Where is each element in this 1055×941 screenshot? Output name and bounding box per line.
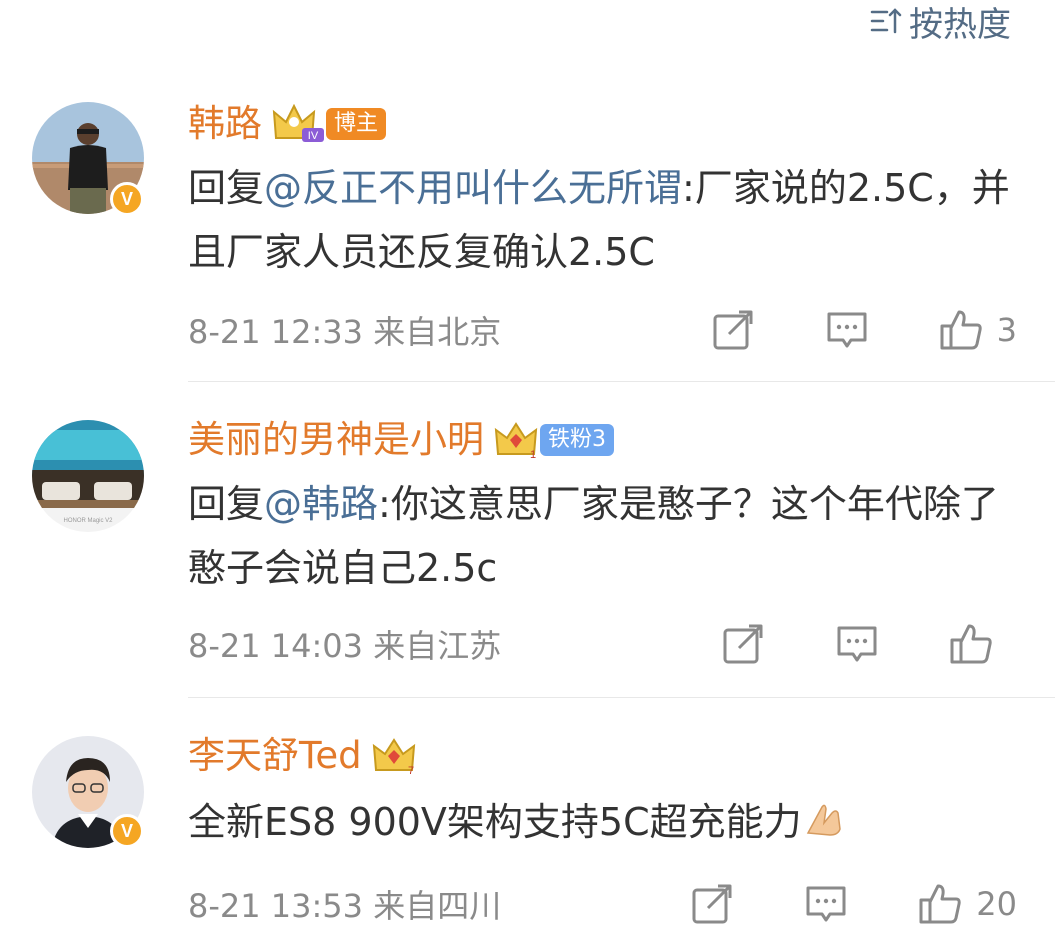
share-button[interactable]: [690, 882, 734, 926]
share-icon: [713, 310, 753, 350]
comment-button[interactable]: [835, 622, 879, 666]
thumbs-up-icon: [940, 310, 982, 350]
share-button[interactable]: [721, 622, 765, 666]
sort-label: 按热度: [909, 4, 1011, 45]
mention-link[interactable]: @反正不用叫什么无所谓: [264, 166, 682, 210]
thumbs-up-icon: [919, 884, 961, 924]
svg-text:1: 1: [530, 449, 536, 460]
blogger-tag: 博主: [326, 108, 387, 140]
username[interactable]: 美丽的男神是小明: [188, 418, 484, 462]
share-icon: [723, 624, 763, 664]
svg-text:IV: IV: [308, 130, 319, 142]
share-icon: [692, 884, 732, 924]
divider: [188, 381, 1055, 382]
username[interactable]: 李天舒Ted: [188, 734, 362, 778]
like-button[interactable]: [949, 622, 1017, 666]
divider: [188, 697, 1055, 698]
fan-level-tag: 铁粉3: [540, 424, 614, 456]
mention-link[interactable]: @韩路: [264, 482, 378, 526]
comment-meta: 8-21 14:03 来自江苏: [188, 627, 502, 665]
fan-badge[interactable]: IV 博主: [272, 104, 387, 144]
comment-icon: [806, 886, 846, 922]
crown-icon: IV: [272, 104, 324, 142]
like-button[interactable]: 20: [918, 882, 1017, 926]
like-button[interactable]: 3: [939, 308, 1017, 352]
avatar[interactable]: HONOR Magic V2: [32, 420, 144, 532]
comment-meta: 8-21 12:33 来自北京: [188, 313, 502, 351]
sort-icon: [870, 8, 902, 34]
verified-badge: V: [110, 814, 144, 848]
svg-text:7: 7: [408, 765, 414, 776]
comment-button[interactable]: [825, 308, 869, 352]
comment-button[interactable]: [804, 882, 848, 926]
like-count: 20: [976, 885, 1017, 923]
comment-text: 回复@反正不用叫什么无所谓:厂家说的2.5C，并且厂家人员还反复确认2.5C: [188, 166, 1010, 274]
sort-button[interactable]: 按热度: [869, 0, 1011, 45]
thumbs-up-icon: [950, 624, 992, 664]
comment-text: 全新ES8 900V架构支持5C超充能力: [188, 790, 1015, 854]
comment-icon: [827, 312, 867, 348]
comment-icon: [837, 626, 877, 662]
comment-text: 回复@韩路:你这意思厂家是憨子？这个年代除了憨子会说自己2.5c: [188, 482, 999, 590]
share-button[interactable]: [711, 308, 755, 352]
praying-hands-icon: [806, 804, 841, 836]
svg-text:HONOR Magic V2: HONOR Magic V2: [63, 518, 113, 524]
fan-badge[interactable]: 7: [372, 736, 418, 776]
crown-icon: 1: [494, 422, 538, 460]
verified-badge: V: [110, 182, 144, 216]
comment-meta: 8-21 13:53 来自四川: [188, 887, 502, 925]
like-count: 3: [996, 311, 1017, 349]
username[interactable]: 韩路: [188, 102, 262, 146]
fan-badge[interactable]: 1 铁粉3: [494, 420, 614, 460]
crown-icon: 7: [372, 738, 415, 776]
